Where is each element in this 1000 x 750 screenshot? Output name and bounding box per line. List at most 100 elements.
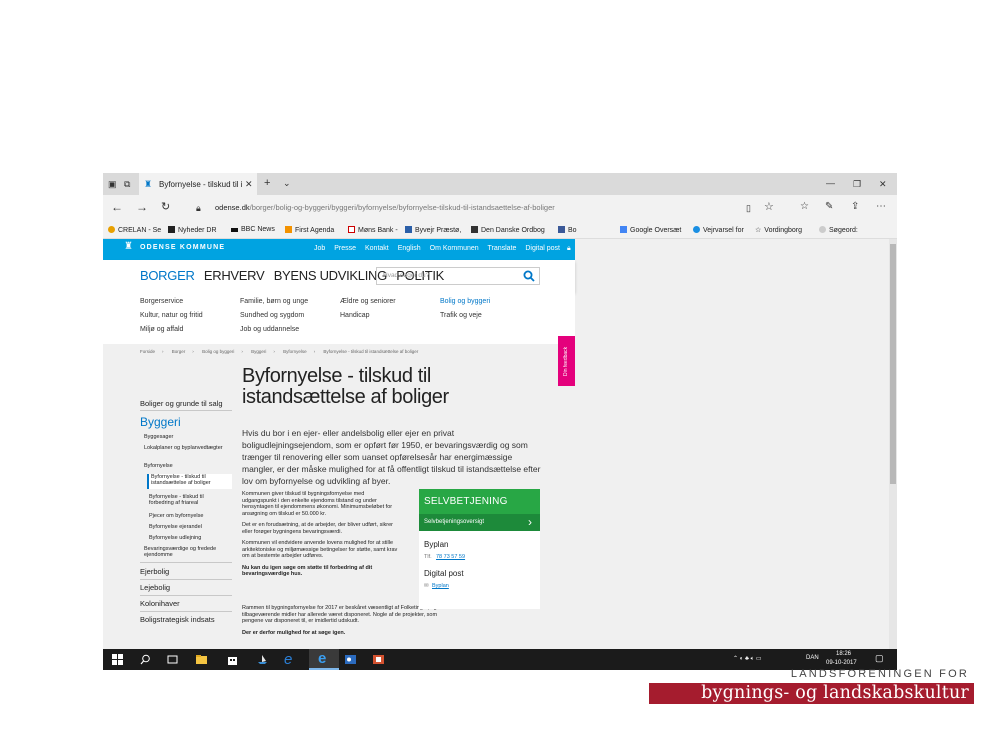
leftnav-byggeri[interactable]: Byggeri	[140, 415, 181, 429]
breadcrumb-item[interactable]: Borger	[172, 349, 186, 354]
submenu-item[interactable]: Ældre og seniorer	[340, 298, 396, 305]
language-indicator[interactable]: DAN	[806, 655, 819, 661]
task-view-icon[interactable]	[167, 654, 178, 665]
leftnav-sub-item[interactable]: Byggesager	[144, 434, 230, 440]
breadcrumb-item[interactable]: Byfornyelse	[283, 349, 307, 354]
brand-line2: bygnings- og landskabskultur	[649, 683, 974, 704]
top-link-job[interactable]: Job	[314, 245, 325, 252]
restore-icon[interactable]: ❐	[853, 179, 861, 189]
tab-actions-icon[interactable]: ▣	[108, 179, 117, 189]
ship-app-icon[interactable]	[257, 654, 268, 665]
notifications-icon[interactable]: ▢	[875, 653, 884, 664]
leftnav-sub-item[interactable]: Bevaringsværdige og fredede ejendomme	[144, 546, 230, 558]
leftnav-subsub-item[interactable]: Byfornyelse - tilskud til forbedring af …	[149, 494, 219, 506]
set-aside-tabs-icon[interactable]: ⧉	[124, 179, 130, 189]
scrollbar-thumb[interactable]	[890, 244, 896, 484]
leftnav-current-item[interactable]: Byfornyelse - tilskud til istandsættelse…	[147, 474, 232, 489]
paragraph: Kommunen giver tilskud til bygningsforny…	[242, 491, 393, 517]
article-body-wide: Rammen til bygningsfornyelse for 2017 er…	[242, 605, 542, 641]
fav-item[interactable]: Den Danske Ordbog	[471, 226, 545, 234]
nav-erhverv[interactable]: ERHVERV	[204, 268, 265, 283]
feedback-button[interactable]: Din feedback	[558, 336, 575, 386]
favorites-hub-icon[interactable]: ☆	[800, 202, 809, 212]
share-icon[interactable]: ⇪	[851, 202, 859, 212]
search-input[interactable]: Hvad søger du?	[376, 267, 540, 285]
reading-view-icon[interactable]: ▯	[746, 203, 751, 213]
favorite-star-icon[interactable]: ☆	[764, 202, 774, 213]
submenu-item[interactable]: Miljø og affald	[140, 326, 183, 333]
submenu-item[interactable]: Trafik og veje	[440, 312, 482, 319]
search-icon[interactable]	[140, 654, 151, 665]
fav-item[interactable]: Nyheder DR	[168, 226, 217, 234]
back-icon[interactable]: ←	[111, 201, 123, 213]
edge-taskbar-active[interactable]: e	[309, 649, 339, 670]
submenu-item[interactable]: Kultur, natur og fritid	[140, 312, 203, 319]
fav-item[interactable]: Vejrvarsel for	[693, 226, 744, 234]
submenu-item[interactable]: Handicap	[340, 312, 370, 319]
windows-start-icon[interactable]	[112, 654, 123, 665]
nav-byens-udvikling[interactable]: BYENS UDVIKLING	[274, 268, 388, 283]
leftnav-boliger[interactable]: Boliger og grunde til salg	[140, 399, 223, 408]
fav-item[interactable]: Byvejr Præstø,	[405, 226, 461, 234]
top-link-translate[interactable]: Translate	[487, 245, 516, 252]
phone-link[interactable]: 78 73 57 59	[436, 554, 465, 560]
fav-item[interactable]: Søgeord:	[819, 226, 858, 234]
pen-icon[interactable]: ✎	[825, 202, 833, 212]
breadcrumb-item[interactable]: Forside	[140, 349, 155, 354]
url-field[interactable]: odense.dk/borger/bolig-og-byggeri/bygger…	[215, 199, 601, 217]
page-title: Byfornyelse - tilskud til istandsættelse…	[242, 365, 449, 408]
fav-item[interactable]: Bo	[558, 226, 577, 234]
top-link-kontakt[interactable]: Kontakt	[365, 245, 389, 252]
chevron-down-icon[interactable]: ⌄	[283, 178, 291, 188]
leftnav-subsub-item[interactable]: Pjecer om byfornyelse	[149, 513, 235, 519]
submenu-item[interactable]: Familie, børn og unge	[240, 298, 308, 305]
fav-item[interactable]: Møns Bank -	[348, 226, 398, 234]
search-icon[interactable]	[523, 270, 535, 282]
refresh-icon[interactable]: ↻	[161, 202, 170, 213]
tray-icons[interactable]: ⌃ ◐ ♣ 🔈︎ ▭	[733, 655, 762, 663]
clock-date[interactable]: 09-10-2017	[826, 660, 857, 666]
minimize-icon[interactable]: —	[826, 178, 835, 188]
new-tab-icon[interactable]: +	[264, 178, 270, 189]
fav-item[interactable]: ☆ Vordingborg	[755, 226, 802, 234]
top-link-presse[interactable]: Presse	[334, 245, 356, 252]
submenu-item-active[interactable]: Bolig og byggeri	[440, 298, 490, 305]
clock-time[interactable]: 18:26	[836, 651, 851, 657]
submenu-item[interactable]: Borgerservice	[140, 298, 183, 305]
breadcrumb-item[interactable]: Bolig og byggeri	[202, 349, 234, 354]
file-explorer-icon[interactable]	[196, 654, 207, 665]
fav-item[interactable]: BBC News	[231, 226, 275, 233]
top-link-english[interactable]: English	[398, 245, 421, 252]
top-link-digital-post[interactable]: Digital post	[525, 245, 560, 252]
forward-icon[interactable]: →	[136, 201, 148, 213]
leftnav-item[interactable]: Boligstrategisk indsats	[140, 615, 215, 624]
selvbetjening-overview-link[interactable]: Selvbetjeningsoversigt ›	[419, 514, 540, 531]
brand-line1: LANDSFORENINGEN FOR	[790, 668, 969, 680]
fav-item[interactable]: First Agenda	[285, 226, 334, 234]
leftnav-item[interactable]: Ejerbolig	[140, 567, 169, 576]
tab-active[interactable]: ♜ Byfornyelse - tilskud til i ✕	[139, 173, 257, 195]
submenu-item[interactable]: Sundhed og sygdom	[240, 312, 304, 319]
leftnav-sub-item[interactable]: Byfornyelse	[144, 463, 230, 469]
internet-explorer-icon[interactable]: e	[284, 651, 298, 668]
site-logo[interactable]: ODENSE KOMMUNE	[140, 244, 225, 251]
nav-borger[interactable]: BORGER	[140, 268, 195, 283]
leftnav-item[interactable]: Kolonihaver	[140, 599, 180, 608]
submenu-item[interactable]: Job og uddannelse	[240, 326, 299, 333]
powerpoint-icon[interactable]	[373, 654, 384, 665]
leftnav-subsub-item[interactable]: Byfornyelse ejerandel	[149, 524, 235, 530]
byplan-mail-link[interactable]: Byplan	[432, 583, 449, 589]
close-window-icon[interactable]: ✕	[879, 179, 887, 189]
breadcrumb-item[interactable]: Byggeri	[251, 349, 266, 354]
scrollbar[interactable]	[889, 239, 897, 649]
fav-item[interactable]: CRELAN - Se	[108, 226, 161, 234]
leftnav-item[interactable]: Lejebolig	[140, 583, 170, 592]
top-link-om-kommunen[interactable]: Om Kommunen	[430, 245, 479, 252]
leftnav-sub-item[interactable]: Lokalplaner og byplanvedtægter	[144, 445, 230, 451]
close-icon[interactable]: ✕	[245, 179, 253, 189]
more-icon[interactable]: ⋯	[876, 202, 886, 212]
outlook-icon[interactable]	[345, 654, 356, 665]
store-icon[interactable]	[227, 654, 238, 665]
leftnav-subsub-item[interactable]: Byfornyelse udlejning	[149, 535, 235, 541]
fav-item[interactable]: Google Oversæt	[620, 226, 681, 234]
